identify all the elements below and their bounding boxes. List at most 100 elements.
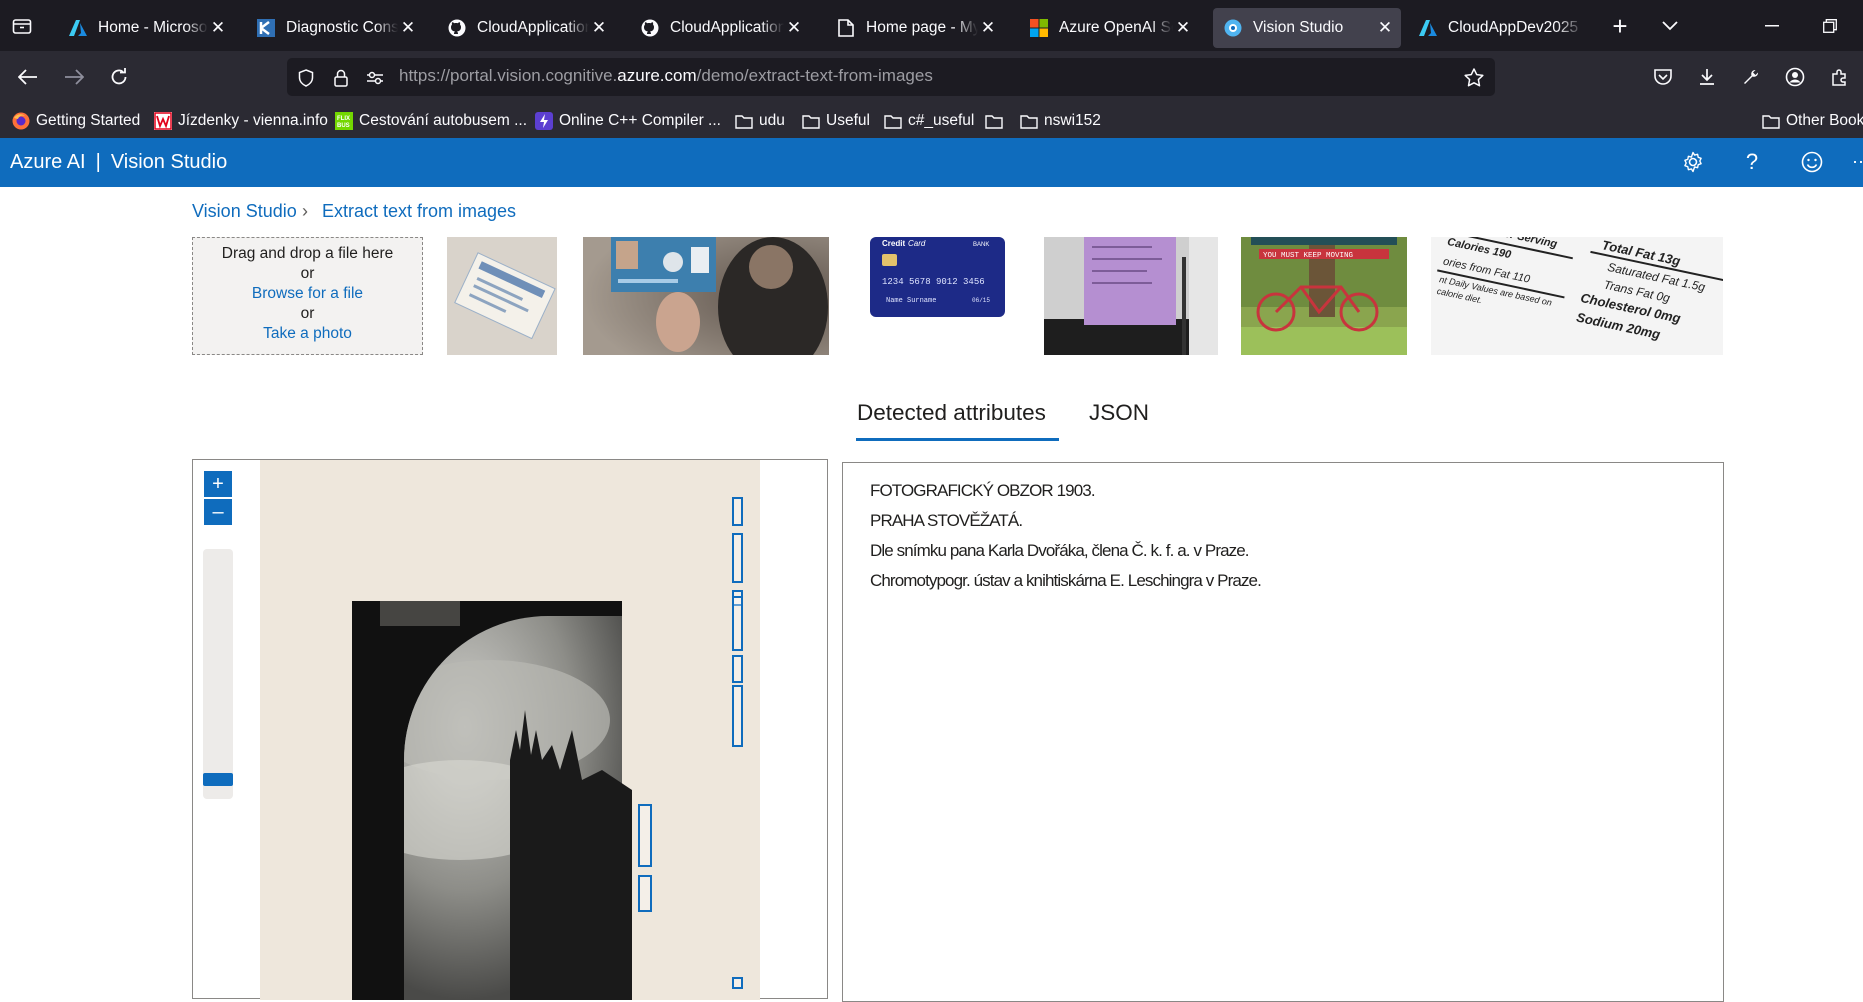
folder-icon	[985, 112, 1003, 130]
bookmark-label: Jízdenky - vienna.info	[178, 112, 328, 129]
take-photo-link[interactable]: Take a photo	[193, 324, 422, 344]
zoom-slider-handle[interactable]	[203, 773, 233, 786]
folder-icon	[1020, 112, 1038, 130]
back-arrow-icon[interactable]	[14, 65, 42, 89]
svg-text:06/15: 06/15	[972, 297, 990, 304]
download-icon[interactable]	[1695, 65, 1719, 89]
tab-title: Azure OpenAI Serv	[1059, 19, 1173, 36]
extracted-text-line: PRAHA STOVĚŽATÁ.	[870, 511, 1023, 530]
bookmark-folder[interactable]: c#_useful	[884, 107, 974, 135]
new-tab-icon[interactable]: +	[1606, 11, 1634, 41]
tab-detected-attributes[interactable]: Detected attributes	[857, 400, 1046, 426]
svg-text:Credit: Credit	[882, 239, 905, 248]
zoom-in-button[interactable]: +	[204, 471, 232, 497]
browser-tab[interactable]: Home page - MyW ✕	[826, 8, 1004, 48]
bookmark-item[interactable]: Jízdenky - vienna.info	[154, 107, 328, 135]
pocket-icon[interactable]	[1651, 65, 1675, 89]
bookmark-item[interactable]: Online C++ Compiler ...	[535, 107, 721, 135]
ocr-word-box	[732, 977, 743, 989]
browser-tab-active[interactable]: Vision Studio ✕	[1213, 8, 1401, 48]
flixbus-icon: FLIX BUS	[335, 112, 353, 130]
close-icon[interactable]: ✕	[1173, 18, 1193, 38]
tab-title: Diagnostic Console	[286, 19, 398, 36]
settings-gear-icon[interactable]	[1680, 149, 1706, 175]
svg-text:BANK: BANK	[973, 242, 989, 248]
bookmark-label: Getting Started	[36, 112, 141, 129]
compiler-icon	[535, 112, 553, 130]
bookmark-item[interactable]: Getting Started	[12, 107, 140, 135]
bookmark-label: udu	[759, 112, 785, 129]
analyzed-image[interactable]	[260, 460, 760, 1000]
vienna-icon	[154, 112, 172, 130]
extensions-icon[interactable]	[1827, 65, 1851, 89]
browser-tab[interactable]: CloudApplications ✕	[437, 8, 615, 48]
restore-icon[interactable]	[1818, 14, 1842, 38]
or-text: or	[300, 305, 315, 322]
close-icon[interactable]: ✕	[208, 18, 228, 38]
zoom-slider-track[interactable]	[203, 549, 233, 799]
bookmark-folder[interactable]: nswi152	[1020, 107, 1101, 135]
browser-tab[interactable]: CloudAppDev2025	[1408, 8, 1584, 48]
sample-image-bicycle-poster[interactable]: YOU MUST KEEP MOVING	[1241, 237, 1407, 355]
bookmark-label: Cestování autobusem ...	[359, 112, 528, 129]
bookmark-label: Useful	[826, 112, 870, 129]
close-icon[interactable]: ✕	[978, 18, 998, 38]
breadcrumb-current[interactable]: Extract text from images	[322, 201, 516, 222]
browser-tab[interactable]: Azure OpenAI Serv ✕	[1019, 8, 1199, 48]
svg-text:FLIX: FLIX	[337, 116, 350, 122]
extracted-text-line: Chromotypogr. ústav a knihtiskárna E. Le…	[870, 571, 1262, 590]
browser-tab[interactable]: Home - Microsoft ✕	[58, 8, 234, 48]
zoom-out-button[interactable]: –	[204, 499, 232, 525]
minimize-icon[interactable]	[1760, 14, 1784, 38]
bookmark-folder[interactable]: Useful	[802, 107, 870, 135]
bookmark-item[interactable]: FLIX BUS Cestování autobusem ...	[335, 107, 527, 135]
more-icon[interactable]: ⋯	[1852, 149, 1863, 175]
chevron-down-icon[interactable]	[1656, 12, 1684, 40]
star-icon[interactable]	[1462, 65, 1486, 89]
sample-image-id-card[interactable]	[583, 237, 829, 355]
file-drop-zone[interactable]: Drag and drop a file here or Browse for …	[192, 237, 423, 355]
extracted-text-line: Dle snímku pana Karla Dvořáka, člena Č. …	[870, 541, 1250, 560]
firefox-icon	[12, 112, 30, 130]
sample-image-social-security-card[interactable]	[447, 237, 557, 355]
bookmark-folder[interactable]	[985, 107, 1009, 135]
bookmark-label: Other Bookmarks	[1786, 112, 1863, 129]
browser-tab[interactable]: Diagnostic Console ✕	[246, 8, 424, 48]
bookmark-folder[interactable]: udu	[735, 107, 785, 135]
wrench-icon[interactable]	[1739, 65, 1763, 89]
feedback-smiley-icon[interactable]	[1799, 149, 1825, 175]
tab-title: CloudAppDev2025	[1448, 19, 1579, 36]
ocr-word-box	[732, 533, 743, 583]
close-icon[interactable]: ✕	[398, 18, 418, 38]
url-path: /demo/extract-text-from-images	[696, 66, 933, 85]
close-icon[interactable]: ✕	[589, 18, 609, 38]
breadcrumb-root[interactable]: Vision Studio	[192, 201, 297, 222]
permissions-icon[interactable]	[364, 67, 386, 89]
close-icon[interactable]: ✕	[1375, 18, 1395, 38]
url-text[interactable]: https://portal.vision.cognitive.azure.co…	[399, 66, 933, 86]
close-icon[interactable]: ✕	[784, 18, 804, 38]
page-icon	[836, 18, 856, 38]
chevron-right-icon: ›	[302, 201, 308, 221]
app-header: Azure AI | Vision Studio	[0, 138, 1863, 187]
forward-arrow-icon[interactable]	[60, 65, 88, 89]
svg-text:YOU MUST KEEP MOVING: YOU MUST KEEP MOVING	[1263, 252, 1354, 260]
tab-title: CloudApplications	[477, 19, 589, 36]
tab-list-icon[interactable]	[10, 14, 34, 38]
microsoft-icon	[1029, 18, 1049, 38]
sample-image-sticky-note[interactable]	[1044, 237, 1218, 355]
browser-tab[interactable]: CloudApplications ✕	[630, 8, 810, 48]
sample-image-credit-card[interactable]: Credit Card BANK 1234 5678 9012 3456 Name Su…	[870, 237, 1005, 317]
reload-icon[interactable]	[106, 65, 132, 89]
app-title[interactable]: Azure AI | Vision Studio	[10, 151, 227, 174]
tab-title: Home - Microsoft	[98, 19, 208, 36]
shield-icon[interactable]	[295, 67, 317, 89]
other-bookmarks[interactable]: Other Bookmarks	[1762, 107, 1863, 135]
account-icon[interactable]	[1783, 65, 1807, 89]
browse-file-link[interactable]: Browse for a file	[193, 284, 422, 304]
folder-icon	[1762, 112, 1780, 130]
help-icon[interactable]: ?	[1739, 149, 1765, 175]
sample-image-nutrition-label[interactable]: Amount Per ServingCalories 190ories from…	[1431, 237, 1723, 355]
tab-json[interactable]: JSON	[1089, 400, 1149, 426]
lock-icon[interactable]	[330, 67, 352, 89]
